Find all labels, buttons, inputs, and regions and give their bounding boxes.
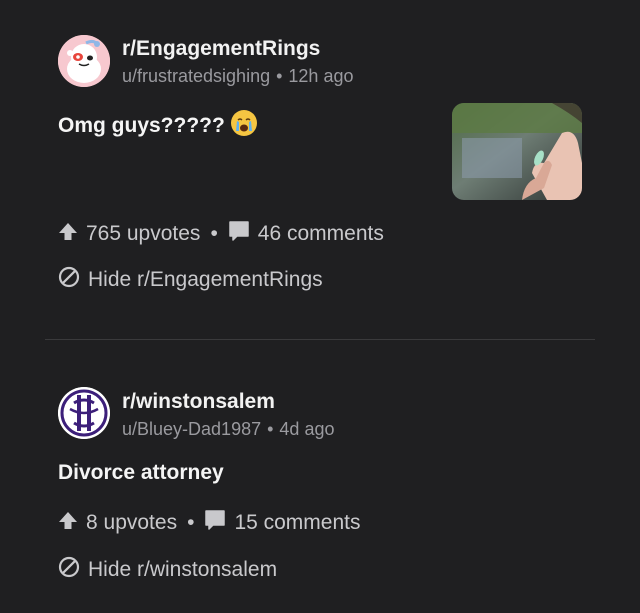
stats-separator: •	[187, 511, 195, 534]
comment-count[interactable]: 15 comments	[234, 511, 360, 535]
post-age: 4d ago	[279, 419, 335, 439]
subreddit-name[interactable]: r/winstonsalem	[122, 390, 275, 414]
hide-subreddit-label: Hide r/winstonsalem	[88, 558, 278, 581]
username-link[interactable]: u/Bluey-Dad1987	[122, 419, 261, 439]
post-card[interactable]: r/winstonsalem u/Bluey-Dad1987 • 4d ago Di…	[0, 0, 640, 613]
meta-separator: •	[267, 419, 274, 439]
hide-subreddit-button[interactable]: Hide r/winstonsalem	[58, 556, 277, 584]
post-title[interactable]: Divorce attorney	[58, 461, 224, 485]
feed: r/EngagementRings u/frustratedsighing • 12…	[0, 0, 640, 613]
post-meta: u/Bluey-Dad1987 • 4d ago	[122, 419, 334, 440]
upvote-arrow-icon[interactable]	[58, 510, 78, 536]
prohibited-icon	[58, 556, 80, 584]
upvote-count: 8 upvotes	[86, 511, 178, 534]
winston-salem-logo-icon[interactable]	[58, 387, 110, 439]
post-stats: 8 upvotes • 15 comments	[58, 509, 361, 537]
comment-bubble-icon[interactable]	[204, 509, 226, 537]
